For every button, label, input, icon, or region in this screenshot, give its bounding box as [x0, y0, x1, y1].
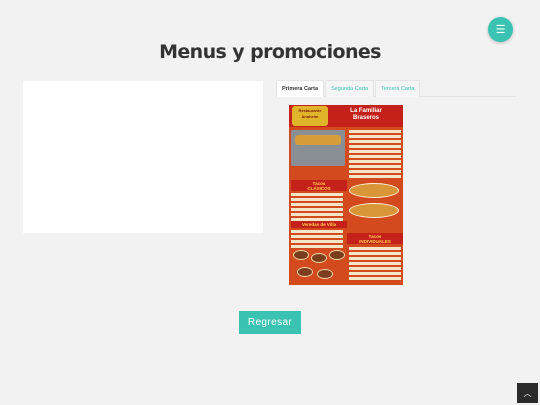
dish-photo — [311, 253, 327, 263]
dish-photo — [297, 267, 313, 277]
taco-plate-photo — [349, 203, 399, 218]
hamburger-menu-button[interactable]: ☰ — [488, 17, 513, 42]
menu-poster-image[interactable]: Restaurante Anaheim La Familiar Braseros… — [289, 105, 403, 285]
poster-logo: Restaurante Anaheim — [292, 106, 328, 126]
tab-tercera-carta[interactable]: Tercera Carta — [375, 80, 421, 97]
price-list-top — [349, 130, 401, 180]
chevron-up-icon: ︿ — [523, 388, 532, 398]
price-list-tacos — [291, 193, 343, 223]
price-list-veredas — [291, 230, 343, 250]
price-list-individuales — [349, 247, 401, 282]
menu-tabs: Primera Carta Segunda Carta Tercera Cart… — [276, 80, 516, 97]
page-title: Menus y promociones — [159, 41, 381, 63]
regresar-button[interactable]: Regresar — [239, 311, 301, 334]
hamburger-icon: ☰ — [495, 24, 506, 36]
section-veredas: Veredas de Villa — [291, 221, 347, 228]
taco-plate-photo — [349, 183, 399, 198]
tab-primera-carta[interactable]: Primera Carta — [276, 80, 325, 97]
dish-photo — [293, 250, 309, 260]
scroll-to-top-button[interactable]: ︿ — [517, 383, 538, 403]
dish-photo — [329, 250, 345, 260]
poster-brand: La Familiar Braseros — [350, 108, 382, 121]
dish-photo — [317, 269, 333, 279]
section-tacos-individuales: Tacos INDIVIDUALES — [347, 233, 403, 244]
section-tacos-clasicos: Tacos CLÁSICOS — [291, 180, 347, 191]
grill-photo — [291, 130, 345, 166]
tab-segunda-carta[interactable]: Segunda Carta — [325, 80, 375, 97]
blank-content-panel — [23, 81, 263, 233]
